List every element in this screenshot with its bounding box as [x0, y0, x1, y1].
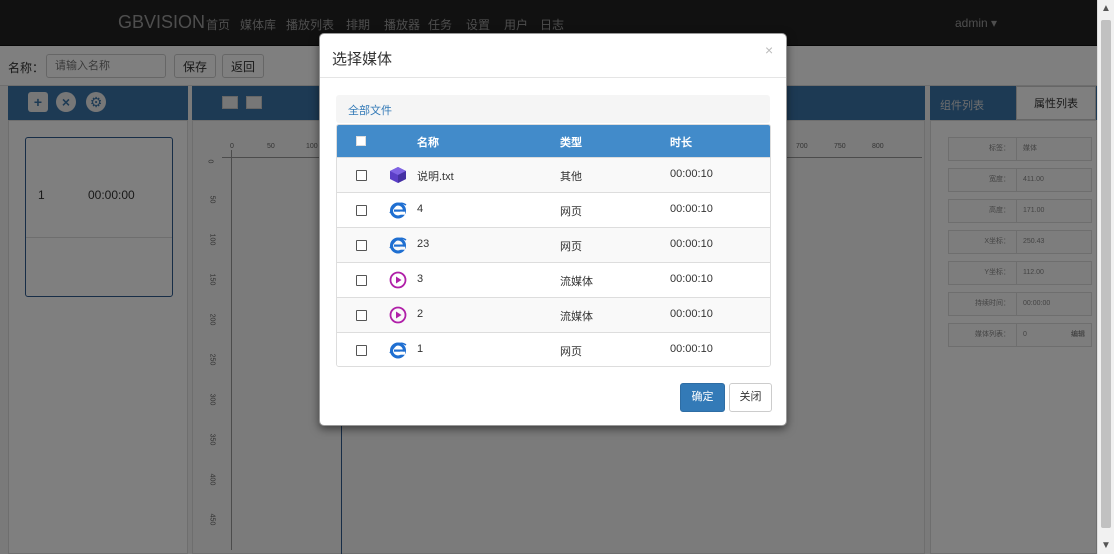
- row-checkbox[interactable]: [356, 345, 367, 356]
- row-checkbox[interactable]: [356, 170, 367, 181]
- dialog-header: 选择媒体 ×: [320, 34, 786, 78]
- media-duration: 00:00:10: [670, 343, 713, 355]
- ie-icon: [389, 342, 407, 359]
- breadcrumb-all-files[interactable]: 全部文件: [348, 102, 392, 118]
- select-media-dialog: 选择媒体 × 全部文件 名称 类型 时长 说明.txt 其他 00:00:10: [319, 33, 787, 426]
- table-row[interactable]: 3 流媒体 00:00:10: [337, 262, 770, 297]
- table-header: 名称 类型 时长: [337, 125, 770, 157]
- media-duration: 00:00:10: [670, 273, 713, 285]
- media-duration: 00:00:10: [670, 238, 713, 250]
- media-type: 网页: [560, 346, 582, 358]
- media-name: 说明.txt: [417, 171, 454, 183]
- row-checkbox[interactable]: [356, 310, 367, 321]
- media-name: 1: [417, 343, 424, 355]
- media-name: 3: [417, 273, 424, 285]
- table-row[interactable]: 23 网页 00:00:10: [337, 227, 770, 262]
- play-circle-icon: [389, 306, 407, 324]
- media-duration: 00:00:10: [670, 168, 713, 180]
- row-checkbox[interactable]: [356, 275, 367, 286]
- table-row[interactable]: 4 网页 00:00:10: [337, 192, 770, 227]
- scrollbar-thumb[interactable]: [1101, 20, 1111, 528]
- media-type: 流媒体: [560, 311, 593, 323]
- confirm-button[interactable]: 确定: [680, 383, 725, 412]
- page-scrollbar[interactable]: ▲ ▼: [1097, 0, 1114, 554]
- table-row[interactable]: 2 流媒体 00:00:10: [337, 297, 770, 332]
- media-type: 网页: [560, 206, 582, 218]
- scroll-up-icon[interactable]: ▲: [1101, 3, 1111, 14]
- media-duration: 00:00:10: [670, 203, 713, 215]
- column-name: 名称: [417, 137, 439, 149]
- media-name: 23: [417, 238, 430, 250]
- table-row[interactable]: 说明.txt 其他 00:00:10: [337, 157, 770, 192]
- media-name: 2: [417, 308, 424, 320]
- dialog-title: 选择媒体: [332, 51, 393, 68]
- media-type: 网页: [560, 241, 582, 253]
- close-icon[interactable]: ×: [765, 42, 773, 58]
- media-table: 名称 类型 时长 说明.txt 其他 00:00:10 4 网页 00:00:1…: [336, 124, 771, 367]
- breadcrumb: 全部文件: [336, 95, 770, 123]
- column-duration: 时长: [670, 137, 692, 149]
- table-row[interactable]: 1 网页 00:00:10: [337, 332, 770, 366]
- close-button[interactable]: 关闭: [729, 383, 772, 412]
- row-checkbox[interactable]: [356, 240, 367, 251]
- cube-icon: [390, 167, 406, 183]
- row-checkbox[interactable]: [356, 205, 367, 216]
- media-duration: 00:00:10: [670, 308, 713, 320]
- ie-icon: [389, 237, 407, 254]
- play-circle-icon: [389, 271, 407, 289]
- column-type: 类型: [560, 137, 582, 149]
- scroll-down-icon[interactable]: ▼: [1101, 540, 1111, 551]
- media-type: 其他: [560, 171, 582, 183]
- select-all-checkbox[interactable]: [356, 136, 366, 146]
- media-type: 流媒体: [560, 276, 593, 288]
- media-name: 4: [417, 203, 424, 215]
- ie-icon: [389, 202, 407, 219]
